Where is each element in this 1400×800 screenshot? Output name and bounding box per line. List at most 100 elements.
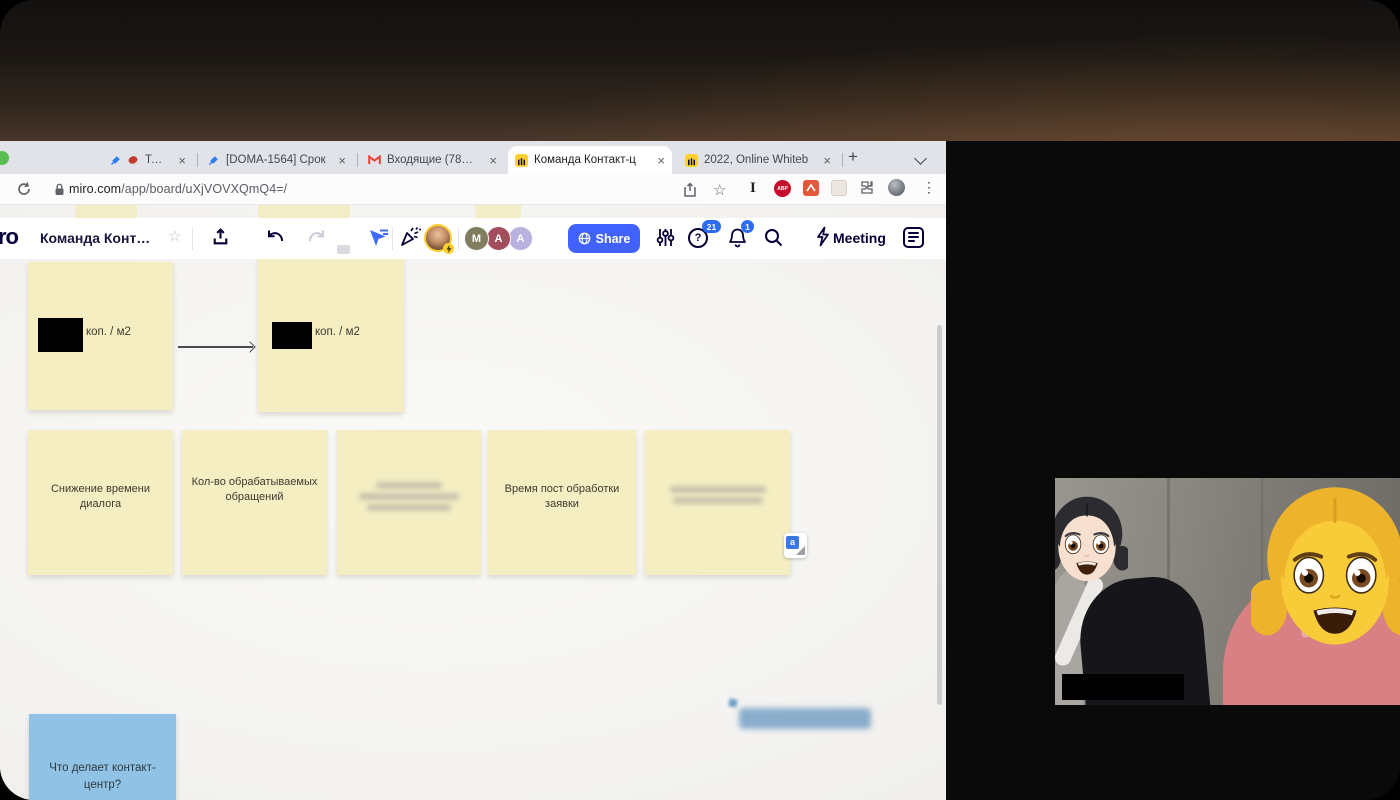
redaction-box [272,322,312,349]
bookmark-star-icon[interactable]: ☆ [713,181,726,199]
tab-close-icon[interactable]: × [818,154,831,167]
tab-title: Team Platform - / [145,154,167,166]
tab-miro-2022[interactable]: 2022, Online Whiteb × [678,146,838,174]
tab-separator [842,153,843,167]
undo-icon[interactable] [264,227,286,252]
share-page-icon[interactable] [683,182,697,203]
share-label: Share [596,232,631,246]
tab-search-chevron-icon[interactable] [914,152,927,165]
blurred-text [645,482,790,508]
sticky-note-blurred[interactable] [337,430,481,575]
header-glow [0,0,1400,141]
sticky-text: коп. / м2 [86,326,131,338]
reactions-party-icon[interactable] [398,224,423,254]
miro-logo-fragment[interactable]: ro [0,224,18,250]
adblock-icon[interactable]: ABP [774,180,791,197]
tab-title: 2022, Online Whiteb [704,154,808,166]
tab-title: Команда Контакт-ц [534,154,636,166]
tab-title: Входящие (782) - a [387,154,478,166]
profile-avatar-icon[interactable] [888,179,905,196]
collaborator-avatar[interactable]: A [486,226,511,251]
redaction-box [38,318,83,352]
search-icon[interactable] [763,227,784,253]
google-translate-icon[interactable]: a [784,533,807,558]
url-text[interactable]: miro.com/app/board/uXjVOVXQmQ4=/ [69,182,287,196]
tab-strip: Team Platform - / × [DOMA-1564] Срок × В… [0,141,946,174]
meeting-energy-icon[interactable] [815,226,830,252]
extension-orange-icon[interactable] [803,180,819,196]
toolbar-divider [458,227,459,250]
blurred-text [337,478,481,515]
participant-name-redaction [1062,674,1184,700]
settings-sliders-icon[interactable] [655,227,676,253]
redo-icon[interactable] [306,227,328,252]
reload-icon[interactable] [16,181,32,202]
collaborator-avatar[interactable]: A [508,226,533,251]
connector-arrow[interactable] [178,346,253,348]
url-domain: miro.com [69,182,121,196]
sticky-note-metric-1[interactable]: коп. / м2 [28,262,173,410]
traffic-light-green[interactable] [0,151,9,165]
jira-pin-icon [208,154,220,166]
sticky-fragment [75,205,137,219]
address-bar: miro.com/app/board/uXjVOVXQmQ4=/ ☆ I ABP… [0,174,946,205]
favorite-star-icon[interactable]: ☆ [168,227,181,245]
share-button[interactable]: Share [568,224,640,253]
sticky-fragment [475,205,521,219]
extension-pale-icon[interactable] [831,180,847,196]
notification-badge: 1 [741,220,754,233]
panel-handle[interactable] [337,245,350,254]
help-badge: 21 [702,220,721,233]
miro-icon [685,154,698,167]
jira-pin-icon [110,154,122,166]
sticky-text: Время пост обработки заявки [496,482,628,512]
sticky-fragment [258,205,350,219]
canvas-scrollbar[interactable] [937,325,942,705]
globe-icon [578,232,591,245]
sticky-note-blue[interactable]: Что делает контакт-центр? [29,714,176,800]
tab-team-platform[interactable]: Team Platform - / × [103,146,193,174]
sticky-note-metric-2[interactable]: коп. / м2 [258,256,404,412]
export-board-icon[interactable] [210,227,231,253]
screen-recording-frame: Team Platform - / × [DOMA-1564] Срок × В… [0,0,1400,800]
meeting-button[interactable]: Meeting [833,230,886,246]
sticky-note-blurred[interactable] [645,430,790,575]
tab-miro-board-active[interactable]: Команда Контакт-ц × [508,146,672,174]
video-tile [1055,478,1400,705]
tab-separator [197,153,198,167]
tab-close-icon[interactable]: × [484,154,497,167]
meat-emoji-icon [128,155,139,166]
url-path: /app/board/uXjVOVXQmQ4=/ [121,182,287,196]
toolbar-divider [192,227,193,250]
follow-cursor-icon[interactable] [366,226,390,253]
new-tab-button[interactable]: + [848,147,858,167]
gmail-icon [368,155,381,165]
video-call-panel [946,141,1400,800]
tab-close-icon[interactable]: × [173,154,186,167]
tab-close-icon[interactable]: × [333,154,346,167]
tab-title: [DOMA-1564] Срок [226,154,326,166]
toolbar-divider [392,227,393,250]
tab-gmail[interactable]: Входящие (782) - a × [361,146,504,174]
sticky-note[interactable]: Время пост обработки заявки [488,430,636,575]
extension-reader-icon[interactable]: I [750,180,756,197]
board-title[interactable]: Команда Конт… [40,230,150,246]
browser-menu-icon[interactable]: ⋮ [922,179,936,196]
girl-light-skin-emoji [1055,482,1128,600]
sticky-text: Кол-во обрабатываемых обращений [190,475,319,505]
browser-window: Team Platform - / × [DOMA-1564] Срок × В… [0,141,946,800]
sticky-note[interactable]: Кол-во обрабатываемых обращений [182,430,327,575]
tab-jira-doma[interactable]: [DOMA-1564] Срок × [201,146,353,174]
sticky-note[interactable]: Снижение времени диалога [28,430,173,575]
sticky-text: Снижение времени диалога [36,482,165,512]
extensions-puzzle-icon[interactable] [859,180,874,200]
miro-icon [515,154,528,167]
lock-icon[interactable] [54,183,65,201]
energy-badge-icon [443,243,454,254]
collaborator-name-label-blurred [739,708,871,729]
girl-blonde-emoji [1251,478,1400,660]
notes-icon[interactable] [903,227,924,248]
collaborator-avatar[interactable]: M [464,226,489,251]
sticky-text: Что делает контакт-центр? [35,760,170,795]
tab-close-icon[interactable]: × [652,154,665,167]
